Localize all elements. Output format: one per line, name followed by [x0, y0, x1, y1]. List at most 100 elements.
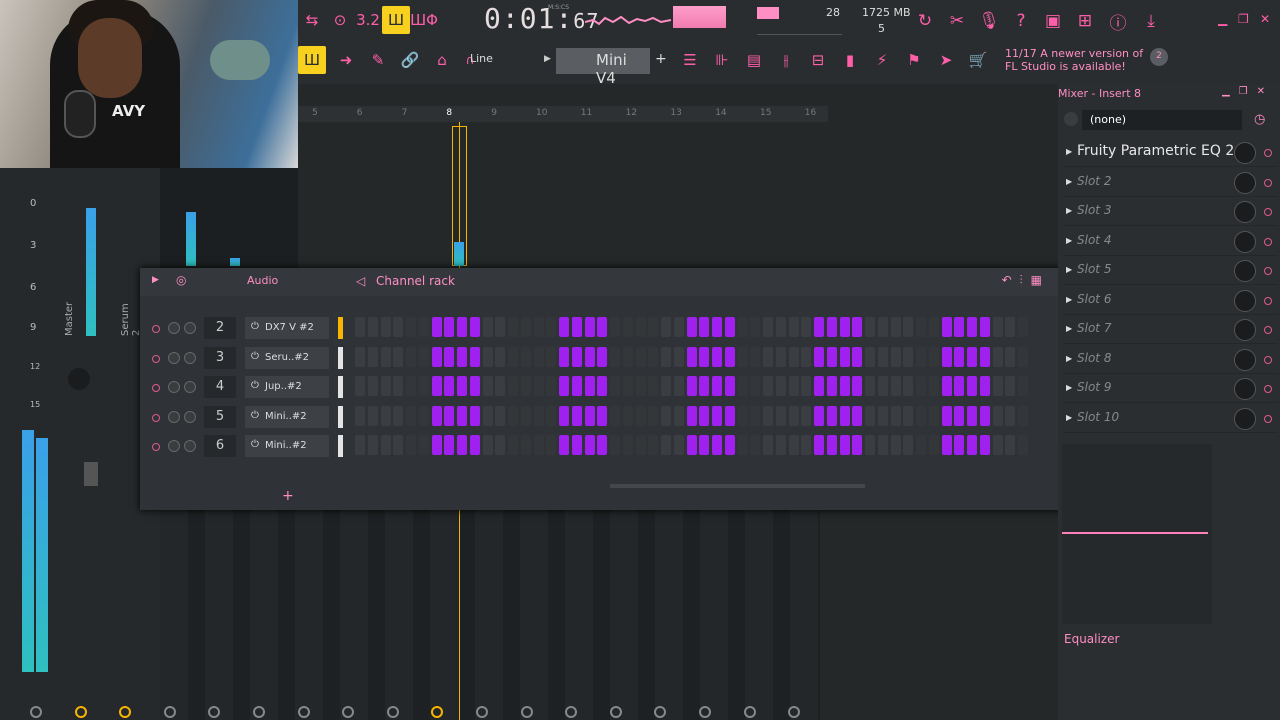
channel-volume-knob[interactable] [184, 381, 196, 393]
step-button[interactable] [916, 376, 926, 396]
step-button[interactable] [826, 376, 837, 396]
step-button[interactable] [724, 405, 735, 426]
slot-expand-icon[interactable]: ▶ [1066, 265, 1072, 274]
step-button[interactable] [635, 435, 646, 455]
master-track-label[interactable]: Master [64, 302, 75, 336]
step-button[interactable] [941, 435, 952, 455]
step-button[interactable] [508, 405, 518, 426]
step-button[interactable] [571, 346, 582, 367]
step-button[interactable] [367, 435, 378, 455]
channel-pan-knob[interactable] [168, 410, 180, 423]
step-edit-icon[interactable]: ШΦ [410, 6, 438, 34]
step-button[interactable] [482, 346, 493, 367]
channel-select-toggle[interactable] [338, 346, 343, 369]
slot-enable-led[interactable] [1264, 385, 1272, 393]
channel-rack-header[interactable]: ▶ ◎ Audio ◁ Channel rack ↶⫶▦ ✕ [140, 268, 1080, 296]
track-route-knob[interactable] [208, 706, 221, 718]
step-button[interactable] [367, 317, 378, 337]
channel-select-toggle[interactable] [338, 317, 343, 339]
step-button[interactable] [571, 376, 582, 396]
step-button[interactable] [750, 317, 761, 337]
step-button[interactable] [406, 405, 416, 426]
step-button[interactable] [380, 435, 391, 455]
step-button[interactable] [699, 405, 710, 426]
slot-label[interactable]: Slot 4 [1077, 233, 1111, 247]
step-button[interactable] [814, 405, 824, 426]
step-button[interactable] [622, 346, 633, 367]
step-button[interactable] [457, 317, 467, 337]
step-button[interactable] [418, 435, 429, 455]
step-button[interactable] [380, 376, 391, 396]
step-button[interactable] [928, 405, 939, 426]
slot-label[interactable]: Slot 7 [1077, 321, 1111, 335]
step-button[interactable] [1018, 435, 1028, 455]
effect-slot[interactable]: ▶ Slot 9 [1064, 375, 1278, 403]
slot-label[interactable]: Slot 5 [1077, 262, 1111, 276]
step-button[interactable] [1018, 317, 1028, 337]
step-button[interactable] [406, 346, 416, 367]
channel-pan-knob[interactable] [168, 322, 180, 334]
step-button[interactable] [559, 346, 569, 367]
track-route-knob[interactable] [297, 706, 310, 718]
step-button[interactable] [775, 346, 786, 367]
slot-enable-led[interactable] [1264, 208, 1272, 216]
step-button[interactable] [686, 435, 697, 455]
add-channel-button[interactable]: + [282, 488, 294, 504]
swing-knob-icon[interactable]: ◎ [176, 273, 186, 287]
slot-expand-icon[interactable]: ▶ [1066, 413, 1072, 422]
step-button[interactable] [865, 346, 875, 367]
step-button[interactable] [355, 435, 365, 455]
step-button[interactable] [712, 346, 722, 367]
arrow-right-icon[interactable]: ➜ [332, 46, 360, 74]
step-button[interactable] [546, 376, 557, 396]
step-button[interactable] [584, 376, 595, 396]
step-button[interactable] [380, 405, 391, 426]
step-button[interactable] [954, 405, 965, 426]
step-button[interactable] [712, 376, 722, 396]
step-button[interactable] [877, 376, 888, 396]
step-button[interactable] [928, 376, 939, 396]
track-route-knob[interactable] [609, 706, 622, 718]
slot-enable-led[interactable] [1264, 237, 1272, 246]
step-button[interactable] [635, 405, 646, 426]
step-button[interactable] [469, 317, 480, 337]
step-button[interactable] [648, 405, 659, 426]
effect-slot[interactable]: ▶ Slot 10 [1064, 405, 1278, 433]
step-button[interactable] [584, 435, 595, 455]
step-button[interactable] [520, 346, 531, 367]
step-button[interactable] [954, 435, 965, 455]
effect-slot[interactable]: ▶ Slot 3 [1064, 198, 1278, 226]
step-button[interactable] [954, 376, 965, 396]
step-button[interactable] [406, 317, 416, 337]
step-button[interactable] [418, 405, 429, 426]
slot-mix-knob[interactable] [1234, 171, 1256, 194]
channel-pan-knob[interactable] [168, 351, 180, 364]
step-button[interactable] [495, 405, 506, 426]
step-button[interactable] [763, 346, 773, 367]
step-button[interactable] [546, 346, 557, 367]
audio-input-select[interactable]: (none) [1082, 110, 1242, 130]
time-unit-label[interactable]: M:S:CS [548, 4, 569, 11]
step-button[interactable] [597, 435, 608, 455]
step-button[interactable] [928, 317, 939, 337]
input-icon[interactable] [1064, 112, 1078, 126]
step-button[interactable] [622, 405, 633, 426]
step-button[interactable] [571, 435, 582, 455]
step-button[interactable] [839, 435, 850, 455]
slot-mix-knob[interactable] [1234, 201, 1256, 223]
step-button[interactable] [788, 317, 799, 337]
track-route-knob[interactable] [788, 706, 801, 718]
step-button[interactable] [469, 346, 480, 367]
channel-mute-led[interactable] [152, 354, 160, 363]
step-button[interactable] [508, 376, 518, 396]
step-button[interactable] [941, 376, 952, 396]
step-button[interactable] [724, 435, 735, 455]
step-button[interactable] [826, 435, 837, 455]
step-button[interactable] [775, 376, 786, 396]
render-icon[interactable]: ⊞ [1072, 8, 1098, 34]
minimize-icon[interactable]: ▁ [1218, 12, 1227, 26]
step-button[interactable] [597, 317, 608, 337]
step-button[interactable] [865, 405, 875, 426]
slot-label[interactable]: Slot 6 [1077, 292, 1111, 306]
effect-slot[interactable]: ▶ Slot 5 [1064, 257, 1278, 285]
